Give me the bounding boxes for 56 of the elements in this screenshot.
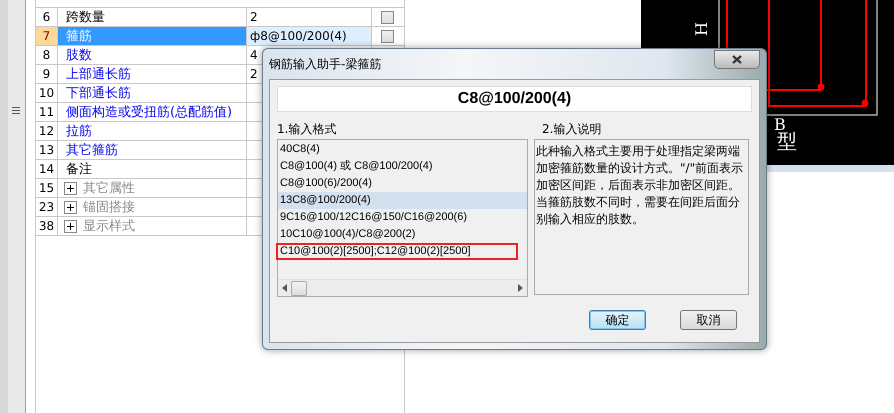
checkbox[interactable] — [380, 10, 394, 24]
checkbox[interactable] — [380, 30, 394, 42]
row-number[interactable]: 9 — [36, 65, 58, 83]
scrollbar-thumb[interactable] — [291, 280, 307, 296]
property-name[interactable]: 下部通长筋 — [66, 84, 131, 102]
format-item[interactable]: C8@100(4) 或 C8@100/200(4) — [278, 158, 527, 175]
drawing-label: 型 — [777, 129, 797, 153]
format-item[interactable]: C8@100(6)/200(4) — [278, 175, 527, 192]
row-number[interactable]: 23 — [36, 198, 58, 216]
description-text: 此种输入格式主要用于处理指定梁两端加密箍筋数量的设计方式。"/"前面表示加密区间距，后面表示非加密区间距。当箍筋肢数不同时，需要在间距后面分别输入相应的肢数。 — [536, 143, 744, 228]
preview-field: C8@100/200(4) — [277, 86, 752, 112]
row-number[interactable]: 38 — [36, 217, 58, 235]
section-label: 1.输入格式 — [277, 120, 336, 138]
row-number[interactable]: 8 — [36, 46, 58, 64]
horizontal-scrollbar[interactable] — [278, 279, 527, 296]
dialog-title: 钢筋输入助手-梁箍筋 — [269, 56, 382, 72]
grip-icon[interactable] — [12, 106, 20, 115]
scroll-right-icon[interactable] — [518, 284, 523, 292]
row-number[interactable]: 15 — [36, 179, 58, 197]
row-number[interactable]: 7 — [36, 27, 58, 45]
expand-icon[interactable] — [64, 220, 77, 232]
property-name[interactable]: 肢数 — [66, 46, 92, 64]
format-item[interactable]: 13C8@100/200(4) — [278, 192, 527, 209]
close-button[interactable] — [714, 50, 760, 68]
property-name[interactable]: 其它箍筋 — [66, 141, 118, 159]
row-number[interactable]: 12 — [36, 122, 58, 140]
expand-icon[interactable] — [64, 182, 77, 194]
cancel-button[interactable]: 取消 — [680, 310, 737, 330]
ok-button[interactable]: 确定 — [589, 310, 646, 330]
property-value[interactable]: 2 — [250, 67, 258, 81]
property-name[interactable]: 显示样式 — [82, 217, 135, 235]
scroll-left-icon[interactable] — [282, 284, 287, 292]
format-item[interactable]: 10C10@100(4)/C8@200(2) — [278, 226, 527, 243]
property-name[interactable]: 拉筋 — [66, 122, 92, 140]
row-number[interactable]: 13 — [36, 141, 58, 159]
drawing-label: H — [692, 22, 711, 36]
property-name: 备注 — [66, 161, 92, 178]
close-icon — [732, 54, 742, 64]
row-number[interactable]: 6 — [36, 8, 58, 26]
property-name: 跨数量 — [66, 9, 105, 26]
row-number[interactable]: 14 — [36, 160, 58, 178]
row-number[interactable]: 10 — [36, 84, 58, 102]
format-item[interactable]: C10@100(2)[2500];C12@100(2)[2500] — [276, 243, 518, 260]
property-name[interactable]: 锚固搭接 — [82, 198, 135, 216]
property-name[interactable]: 其它属性 — [82, 179, 135, 197]
property-value[interactable]: 4 — [250, 48, 258, 62]
format-item[interactable]: 9C16@100/12C16@150/C16@200(6) — [278, 209, 527, 226]
format-list[interactable]: 40C8(4) C8@100(4) 或 C8@100/200(4) C8@100(6)/200(4) 13C8@100/200(4) 9C16@100/12C16@150/C16@200(6) 10C10@100(4)/C8@200(2) C10@100(2)[2500];C12@100(2)[2500] — [277, 139, 528, 297]
property-name[interactable]: 上部通长筋 — [66, 65, 131, 83]
row-number[interactable]: 11 — [36, 103, 58, 121]
expand-icon[interactable] — [64, 200, 77, 214]
section-label: 2.输入说明 — [542, 120, 602, 138]
property-value[interactable]: 2 — [250, 10, 258, 24]
format-item[interactable]: 40C8(4) — [278, 141, 527, 158]
property-name: 箍筋 — [66, 28, 92, 45]
property-name[interactable]: 侧面构造或受扭筋(总配筋值) — [66, 103, 232, 121]
